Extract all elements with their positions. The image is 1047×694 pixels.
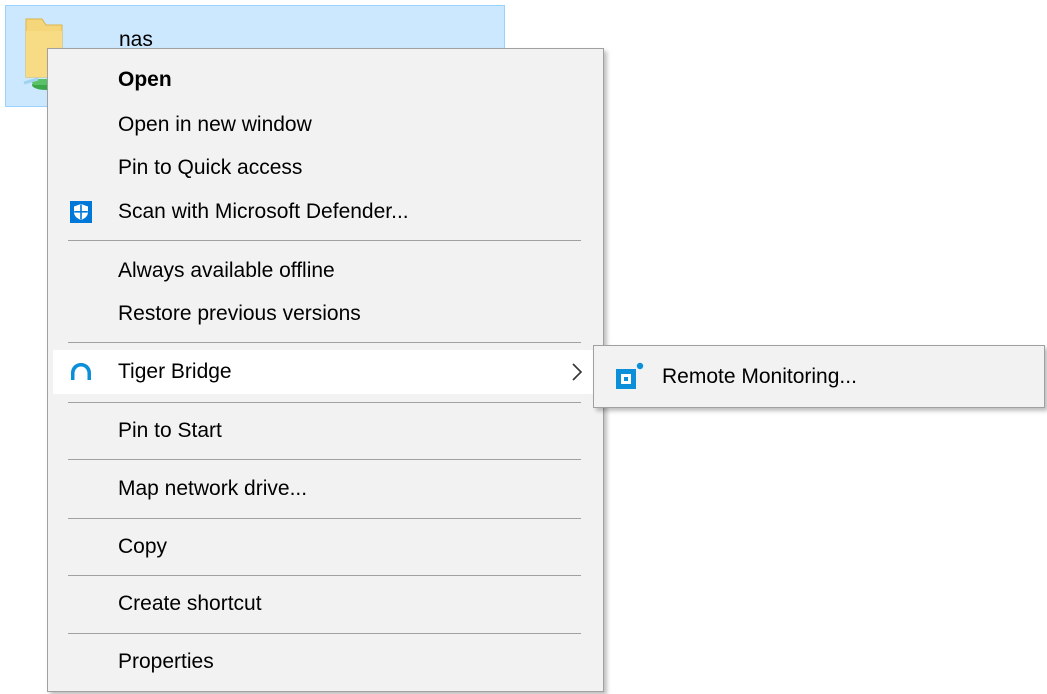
menu-item-label: Always available offline bbox=[118, 259, 335, 282]
menu-item-copy[interactable]: Copy bbox=[53, 525, 598, 569]
shield-icon bbox=[70, 201, 92, 223]
menu-separator bbox=[68, 402, 581, 403]
menu-item-remote-monitoring[interactable]: Remote Monitoring... bbox=[597, 355, 1041, 399]
menu-item-pin-to-quick-access[interactable]: Pin to Quick access bbox=[53, 146, 598, 190]
menu-separator bbox=[68, 240, 581, 241]
menu-item-label: Pin to Start bbox=[118, 419, 222, 442]
menu-separator bbox=[68, 633, 581, 634]
menu-item-scan-with-defender[interactable]: Scan with Microsoft Defender... bbox=[53, 190, 598, 234]
context-menu: Open Open in new window Pin to Quick acc… bbox=[47, 48, 604, 692]
menu-separator bbox=[68, 575, 581, 576]
menu-item-label: Restore previous versions bbox=[118, 302, 361, 325]
menu-item-label: Tiger Bridge bbox=[118, 360, 232, 383]
tiger-bridge-submenu: Remote Monitoring... bbox=[593, 345, 1045, 408]
tiger-bridge-icon bbox=[71, 363, 91, 380]
menu-item-open-in-new-window[interactable]: Open in new window bbox=[53, 103, 598, 147]
menu-separator bbox=[68, 459, 581, 460]
menu-item-pin-to-start[interactable]: Pin to Start bbox=[53, 409, 598, 453]
menu-item-always-available-offline[interactable]: Always available offline bbox=[53, 249, 598, 293]
menu-item-restore-previous-versions[interactable]: Restore previous versions bbox=[53, 292, 598, 336]
menu-item-label: Open bbox=[118, 68, 172, 91]
menu-item-label: Map network drive... bbox=[118, 477, 308, 500]
chevron-right-icon bbox=[572, 363, 583, 381]
menu-item-label: Open in new window bbox=[118, 113, 312, 136]
menu-separator bbox=[68, 342, 581, 343]
menu-item-create-shortcut[interactable]: Create shortcut bbox=[53, 582, 598, 626]
menu-item-tiger-bridge[interactable]: Tiger Bridge bbox=[53, 350, 598, 394]
menu-item-open[interactable]: Open bbox=[53, 58, 598, 102]
menu-item-label: Create shortcut bbox=[118, 592, 262, 615]
menu-item-label: Copy bbox=[118, 535, 168, 558]
menu-separator bbox=[68, 518, 581, 519]
menu-item-properties[interactable]: Properties bbox=[53, 640, 598, 684]
menu-item-label: Pin to Quick access bbox=[118, 156, 303, 179]
remote-monitoring-icon bbox=[616, 362, 644, 389]
menu-item-map-network-drive[interactable]: Map network drive... bbox=[53, 467, 598, 511]
menu-item-label: Remote Monitoring... bbox=[662, 365, 857, 388]
desktop: nas Open Open in new window Pin to Quick… bbox=[0, 0, 1047, 694]
menu-item-label: Scan with Microsoft Defender... bbox=[118, 200, 409, 223]
menu-item-label: Properties bbox=[118, 650, 214, 673]
